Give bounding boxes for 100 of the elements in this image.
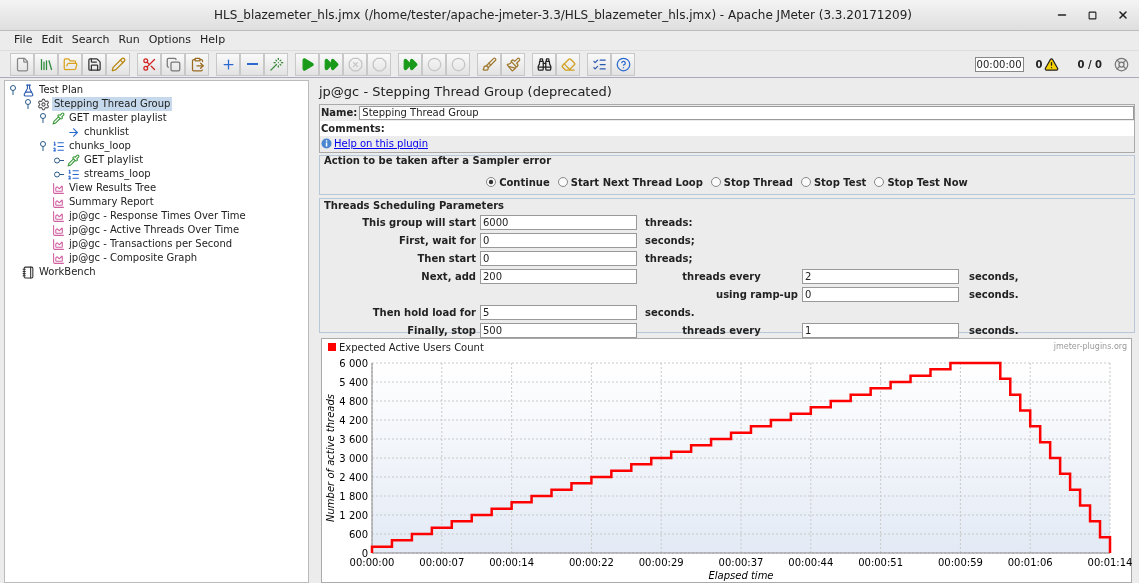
input-field[interactable]: 1 — [802, 323, 959, 338]
y-tick-label: 1 800 — [339, 491, 368, 502]
radio-option[interactable]: Continue — [486, 174, 550, 190]
tree-item[interactable]: Summary Report — [67, 195, 156, 209]
y-tick-label: 5 400 — [339, 377, 368, 388]
chart-icon — [52, 223, 65, 237]
tree-item[interactable]: jp@gc - Response Times Over Time — [67, 209, 248, 223]
pipette-icon — [67, 153, 80, 167]
input-field[interactable]: 2 — [802, 269, 959, 284]
y-tick-label: 2 400 — [339, 472, 368, 483]
input-field[interactable]: 0 — [480, 233, 637, 248]
panel-title: jp@gc - Stepping Thread Group (deprecated) — [319, 83, 613, 101]
group-title: Action to be taken after a Sampler error — [323, 154, 553, 167]
list-icon — [52, 139, 65, 153]
toolbar-button[interactable] — [532, 52, 556, 76]
tree-item[interactable]: WorkBench — [37, 265, 98, 279]
credit-label: jmeter-plugins.org — [1053, 341, 1127, 353]
unit-label: seconds; — [645, 235, 695, 246]
radio-icon[interactable] — [710, 177, 721, 188]
field-label: Next, add — [421, 271, 476, 282]
expanded-handle-icon[interactable] — [24, 99, 33, 109]
toolbar-button[interactable] — [82, 52, 106, 76]
pipette-icon — [52, 111, 65, 125]
collapsed-handle-icon[interactable] — [53, 156, 64, 164]
plus-icon — [220, 56, 236, 72]
y-axis-title: Number of active threads — [325, 394, 336, 522]
radio-option[interactable]: Start Next Thread Loop — [557, 174, 703, 190]
gear-icon — [37, 97, 50, 111]
elapsed-timer: 00:00:00 — [974, 56, 1024, 72]
radio-option[interactable]: Stop Thread — [710, 174, 793, 190]
status-icon[interactable] — [1114, 56, 1129, 72]
warning-icon[interactable] — [1044, 56, 1060, 72]
arrow-icon — [67, 125, 80, 139]
expanded-handle-icon[interactable] — [39, 113, 48, 123]
pencil-icon — [110, 56, 126, 72]
tree-item[interactable]: View Results Tree — [67, 181, 159, 195]
field-label: Finally, stop — [407, 325, 476, 336]
menu-item[interactable]: Help — [200, 32, 226, 49]
copy-icon — [165, 56, 181, 72]
input-field[interactable]: 200 — [480, 269, 637, 284]
save-icon — [86, 56, 102, 72]
radio-icon[interactable] — [557, 177, 568, 188]
input-field[interactable]: 0 — [802, 287, 959, 302]
tree-item[interactable]: jp@gc - Composite Graph — [67, 251, 200, 265]
tree-item[interactable]: Stepping Thread Group — [52, 97, 173, 111]
menu-item[interactable]: Run — [118, 32, 140, 49]
tree-item[interactable]: GET playlist — [82, 153, 146, 167]
name-label: Name: — [321, 106, 358, 121]
input-field[interactable]: 5 — [480, 305, 637, 320]
maximize-icon[interactable] — [1088, 10, 1097, 20]
x-tick-label: 00:01:14 — [1087, 557, 1133, 568]
unit-label: seconds. — [969, 325, 1019, 336]
x-tick-label: 00:00:22 — [568, 557, 614, 568]
close-icon[interactable] — [1117, 9, 1129, 21]
expanded-handle-icon[interactable] — [9, 85, 18, 95]
expanded-handle-icon[interactable] — [39, 141, 48, 151]
radio-icon[interactable] — [800, 177, 811, 188]
collapsed-handle-icon[interactable] — [53, 170, 64, 178]
play-icon — [299, 56, 315, 72]
tree-item[interactable]: jp@gc - Transactions per Second — [67, 237, 235, 251]
unit-label: threads; — [645, 253, 693, 264]
tree-item[interactable]: jp@gc - Active Threads Over Time — [67, 223, 242, 237]
stop-icon — [371, 56, 387, 72]
name-field[interactable]: Stepping Thread Group — [359, 105, 1134, 120]
radio-icon[interactable] — [486, 177, 497, 188]
menu-item[interactable]: Options — [148, 32, 192, 49]
x-tick-label: 00:01:06 — [1007, 557, 1053, 568]
menu-item[interactable]: File — [14, 32, 33, 49]
input-field[interactable]: 0 — [480, 251, 637, 266]
menu-item[interactable]: Edit — [41, 32, 63, 49]
field-label: This group will start — [362, 217, 476, 228]
input-field[interactable]: 6000 — [480, 215, 637, 230]
input-field[interactable]: 500 — [480, 323, 637, 338]
tree-item[interactable]: Test Plan — [37, 83, 86, 97]
menu-item[interactable]: Search — [71, 32, 110, 49]
field-label: First, wait for — [398, 235, 476, 246]
chart-icon — [52, 195, 65, 209]
unit-label: threads: — [645, 217, 693, 228]
y-tick-label: 4 200 — [339, 415, 368, 426]
chart-icon — [52, 181, 65, 195]
unit-label: seconds, — [969, 271, 1019, 282]
chart-icon — [52, 251, 65, 265]
radio-icon[interactable] — [874, 177, 885, 188]
window-title: HLS_blazemeter_hls.jmx (/home/tester/apache-jmeter-3.3/HLS_blazemeter_hls.jmx) - Apache JMeter (3.3.20171209) — [212, 7, 914, 24]
tree-item[interactable]: streams_loop — [82, 167, 153, 181]
wand-icon — [268, 56, 284, 72]
x-tick-label: 00:00:51 — [858, 557, 904, 568]
radio-option[interactable]: Stop Test — [800, 174, 867, 190]
field-label: Then start — [417, 253, 476, 264]
y-tick-label: 3 000 — [339, 453, 368, 464]
comments-label: Comments: — [321, 121, 385, 136]
radio-option[interactable]: Stop Test Now — [874, 174, 968, 190]
y-tick-label: 600 — [348, 529, 368, 540]
tree-item[interactable]: chunklist — [82, 125, 131, 139]
field-label: using ramp-up — [716, 289, 798, 300]
field-label: threads every — [682, 271, 761, 282]
help-link[interactable]: Help on this plugin — [334, 136, 428, 152]
tree-item[interactable]: GET master playlist — [67, 111, 169, 125]
x-tick-label: 00:00:00 — [349, 557, 395, 568]
tree-item[interactable]: chunks_loop — [67, 139, 133, 153]
